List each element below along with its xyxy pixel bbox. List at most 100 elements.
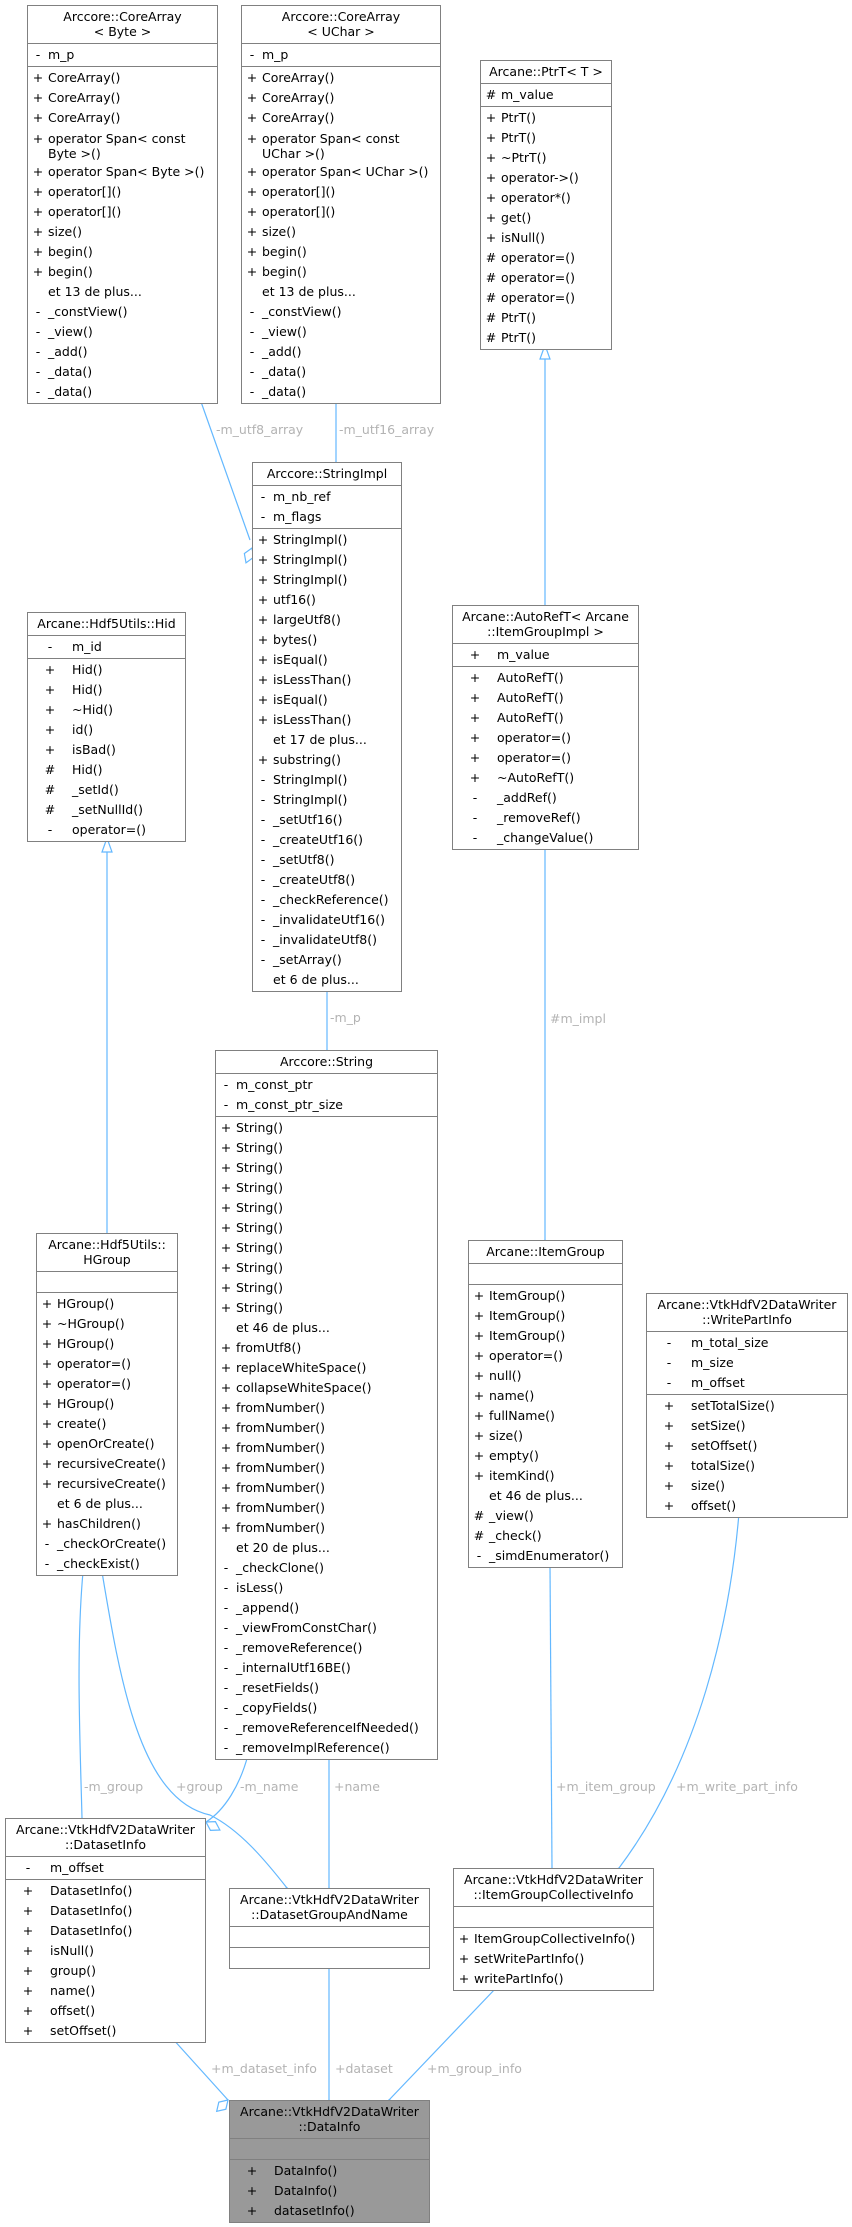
method-row[interactable]: et 17 de plus...: [253, 730, 401, 750]
method-row[interactable]: - _invalidateUtf8(): [253, 930, 401, 950]
method-row[interactable]: + fullName(): [469, 1406, 622, 1426]
method-row[interactable]: - _addRef(): [453, 788, 638, 808]
method-row[interactable]: # PtrT(): [481, 328, 611, 348]
method-row[interactable]: et 46 de plus...: [216, 1318, 437, 1338]
method-row[interactable]: - _constView(): [28, 302, 217, 322]
method-row[interactable]: + Hid(): [28, 680, 185, 700]
method-row[interactable]: - _setUtf8(): [253, 850, 401, 870]
class-box[interactable]: Arcane::Hdf5Utils:: HGroup + HGroup() + ~HGr…: [36, 1233, 178, 1576]
method-row[interactable]: + isEqual(): [253, 650, 401, 670]
method-row[interactable]: + ~Hid(): [28, 700, 185, 720]
method-row[interactable]: - _setArray(): [253, 950, 401, 970]
method-row[interactable]: + operator=(): [453, 728, 638, 748]
method-row[interactable]: + begin(): [28, 242, 217, 262]
method-row[interactable]: + setOffset(): [647, 1436, 847, 1456]
method-row[interactable]: + DatasetInfo(): [6, 1881, 205, 1901]
method-row[interactable]: + DataInfo(): [230, 2181, 429, 2201]
method-row[interactable]: + operator Span< UChar >(): [242, 162, 440, 182]
method-row[interactable]: + empty(): [469, 1446, 622, 1466]
method-row[interactable]: - _setUtf16(): [253, 810, 401, 830]
attribute-row[interactable]: - m_offset: [6, 1858, 205, 1878]
method-row[interactable]: + name(): [469, 1386, 622, 1406]
method-row[interactable]: + operator Span< const UChar >(): [242, 128, 440, 162]
method-row[interactable]: - _removeImplReference(): [216, 1738, 437, 1758]
method-row[interactable]: + group(): [6, 1961, 205, 1981]
method-row[interactable]: + fromNumber(): [216, 1478, 437, 1498]
method-row[interactable]: - _constView(): [242, 302, 440, 322]
method-row[interactable]: + hasChildren(): [37, 1514, 177, 1534]
method-row[interactable]: + totalSize(): [647, 1456, 847, 1476]
method-row[interactable]: + setTotalSize(): [647, 1396, 847, 1416]
method-row[interactable]: + operator[](): [242, 182, 440, 202]
method-row[interactable]: + CoreArray(): [242, 88, 440, 108]
method-row[interactable]: + isLessThan(): [253, 710, 401, 730]
method-row[interactable]: + operator*(): [481, 188, 611, 208]
method-row[interactable]: et 13 de plus...: [242, 282, 440, 302]
method-row[interactable]: # operator=(): [481, 268, 611, 288]
method-row[interactable]: + String(): [216, 1218, 437, 1238]
method-row[interactable]: et 6 de plus...: [37, 1494, 177, 1514]
class-box[interactable]: Arcane::VtkHdfV2DataWriter ::ItemGroupCo…: [453, 1868, 654, 1991]
method-row[interactable]: - _view(): [28, 322, 217, 342]
method-row[interactable]: + id(): [28, 720, 185, 740]
method-row[interactable]: + isNull(): [481, 228, 611, 248]
method-row[interactable]: + ItemGroup(): [469, 1286, 622, 1306]
attribute-row[interactable]: + m_value: [453, 645, 638, 665]
method-row[interactable]: + DatasetInfo(): [6, 1901, 205, 1921]
method-row[interactable]: + AutoRefT(): [453, 668, 638, 688]
method-row[interactable]: + StringImpl(): [253, 570, 401, 590]
class-box[interactable]: Arccore::StringImpl - m_nb_ref - m_flags + Str…: [252, 462, 402, 992]
method-row[interactable]: + writePartInfo(): [454, 1969, 653, 1989]
method-row[interactable]: + ~AutoRefT(): [453, 768, 638, 788]
method-row[interactable]: + CoreArray(): [28, 88, 217, 108]
method-row[interactable]: + ~HGroup(): [37, 1314, 177, 1334]
method-row[interactable]: + fromNumber(): [216, 1518, 437, 1538]
attribute-row[interactable]: - m_const_ptr: [216, 1075, 437, 1095]
attribute-row[interactable]: - m_flags: [253, 507, 401, 527]
method-row[interactable]: # _view(): [469, 1506, 622, 1526]
method-row[interactable]: + largeUtf8(): [253, 610, 401, 630]
method-row[interactable]: + String(): [216, 1138, 437, 1158]
method-row[interactable]: + setSize(): [647, 1416, 847, 1436]
method-row[interactable]: - StringImpl(): [253, 770, 401, 790]
method-row[interactable]: - _changeValue(): [453, 828, 638, 848]
attribute-row[interactable]: - m_nb_ref: [253, 487, 401, 507]
method-row[interactable]: + begin(): [28, 262, 217, 282]
method-row[interactable]: - _checkReference(): [253, 890, 401, 910]
method-row[interactable]: + begin(): [242, 242, 440, 262]
method-row[interactable]: + operator->(): [481, 168, 611, 188]
attribute-row[interactable]: - m_id: [28, 637, 185, 657]
method-row[interactable]: + AutoRefT(): [453, 688, 638, 708]
method-row[interactable]: - _checkExist(): [37, 1554, 177, 1574]
method-row[interactable]: - StringImpl(): [253, 790, 401, 810]
method-row[interactable]: - _data(): [28, 362, 217, 382]
method-row[interactable]: + operator[](): [28, 182, 217, 202]
method-row[interactable]: + setOffset(): [6, 2021, 205, 2041]
method-row[interactable]: - _removeReferenceIfNeeded(): [216, 1718, 437, 1738]
method-row[interactable]: - operator=(): [28, 820, 185, 840]
method-row[interactable]: + collapseWhiteSpace(): [216, 1378, 437, 1398]
attribute-row[interactable]: - m_size: [647, 1353, 847, 1373]
method-row[interactable]: + String(): [216, 1118, 437, 1138]
method-row[interactable]: + datasetInfo(): [230, 2201, 429, 2221]
method-row[interactable]: - _removeRef(): [453, 808, 638, 828]
method-row[interactable]: - _add(): [28, 342, 217, 362]
method-row[interactable]: + StringImpl(): [253, 530, 401, 550]
method-row[interactable]: - _createUtf16(): [253, 830, 401, 850]
method-row[interactable]: - _checkClone(): [216, 1558, 437, 1578]
attribute-row[interactable]: - m_total_size: [647, 1333, 847, 1353]
method-row[interactable]: + String(): [216, 1198, 437, 1218]
method-row[interactable]: + itemKind(): [469, 1466, 622, 1486]
method-row[interactable]: # Hid(): [28, 760, 185, 780]
method-row[interactable]: - _data(): [28, 382, 217, 402]
method-row[interactable]: + isLessThan(): [253, 670, 401, 690]
method-row[interactable]: + substring(): [253, 750, 401, 770]
method-row[interactable]: + operator=(): [469, 1346, 622, 1366]
method-row[interactable]: + isBad(): [28, 740, 185, 760]
method-row[interactable]: + String(): [216, 1178, 437, 1198]
method-row[interactable]: - _resetFields(): [216, 1678, 437, 1698]
method-row[interactable]: + CoreArray(): [242, 108, 440, 128]
method-row[interactable]: + get(): [481, 208, 611, 228]
method-row[interactable]: + operator=(): [37, 1374, 177, 1394]
method-row[interactable]: + ItemGroup(): [469, 1326, 622, 1346]
